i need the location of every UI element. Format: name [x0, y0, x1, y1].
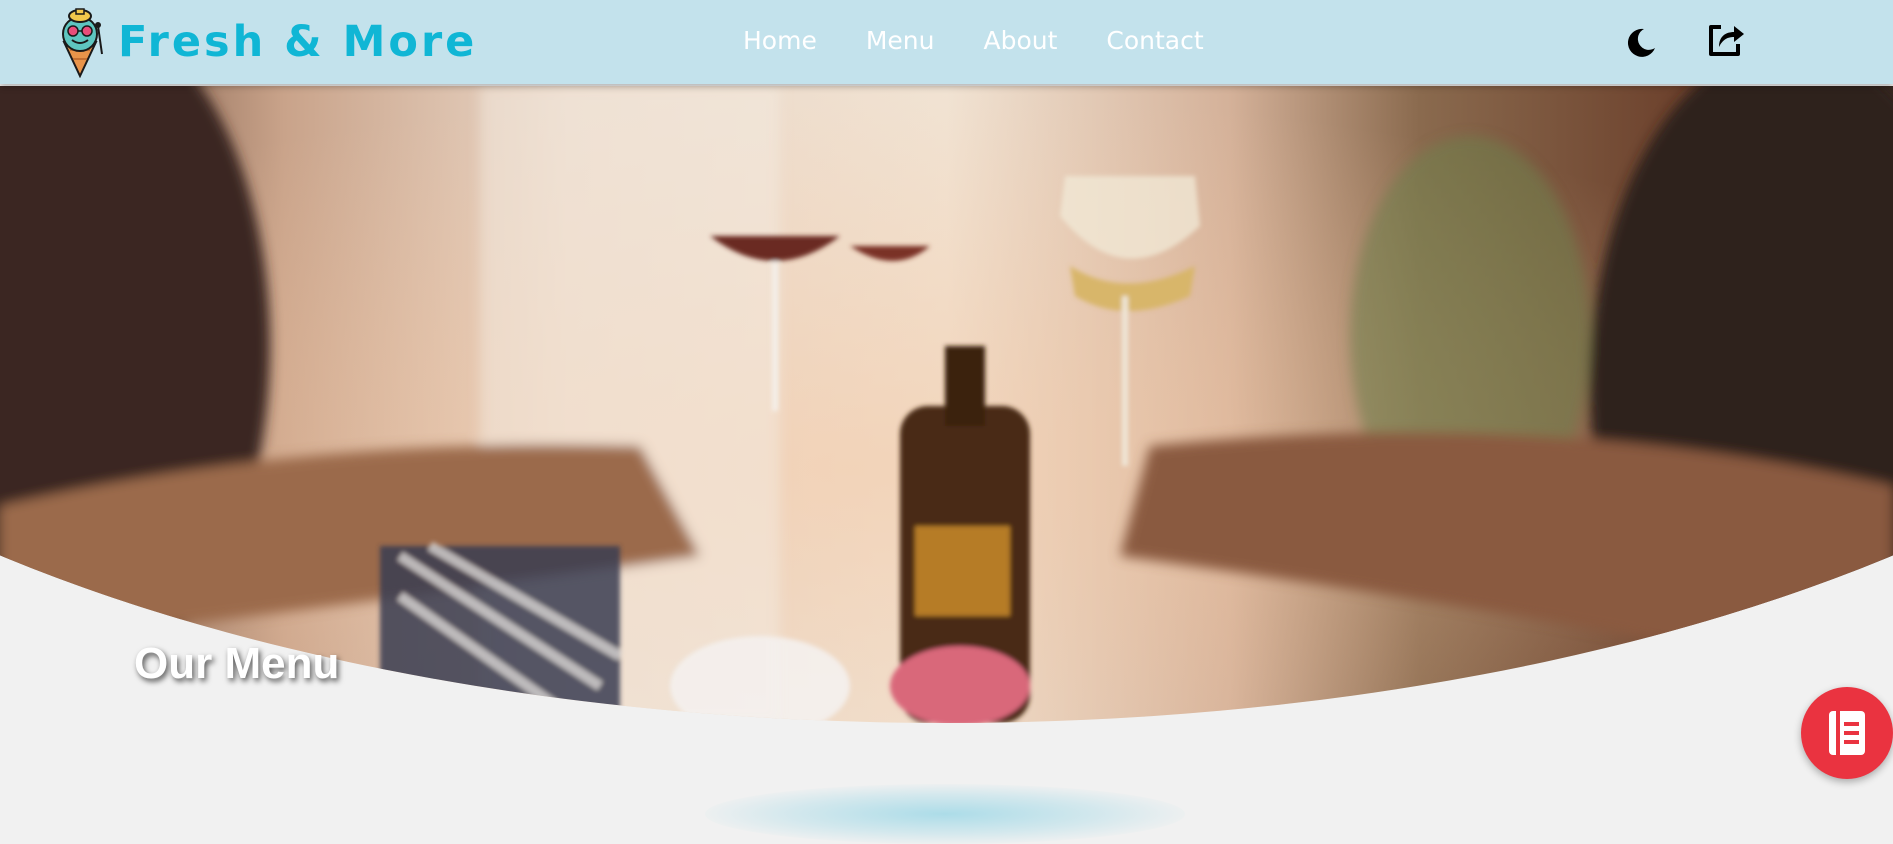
nav-home[interactable]: Home: [743, 22, 817, 60]
navbar: Fresh & More Home Menu About Contact: [0, 0, 1893, 84]
nav-about[interactable]: About: [983, 22, 1057, 60]
hero-background-image: [0, 86, 1893, 723]
section-accent-glow: [705, 784, 1185, 844]
main-nav: Home Menu About Contact: [743, 22, 1253, 60]
brand-name: Fresh & More: [118, 17, 478, 67]
moon-icon[interactable]: [1624, 26, 1658, 60]
menu-book-fab[interactable]: [1801, 687, 1893, 779]
ice-cream-mascot-logo: [62, 8, 103, 78]
menu-book-icon: [1829, 711, 1865, 755]
share-icon[interactable]: [1706, 19, 1746, 59]
nav-menu[interactable]: Menu: [866, 22, 935, 60]
nav-contact[interactable]: Contact: [1106, 22, 1203, 60]
brand[interactable]: Fresh & More: [50, 6, 477, 78]
hero-title: Our Menu: [134, 639, 340, 688]
hero-banner: [0, 86, 1893, 723]
